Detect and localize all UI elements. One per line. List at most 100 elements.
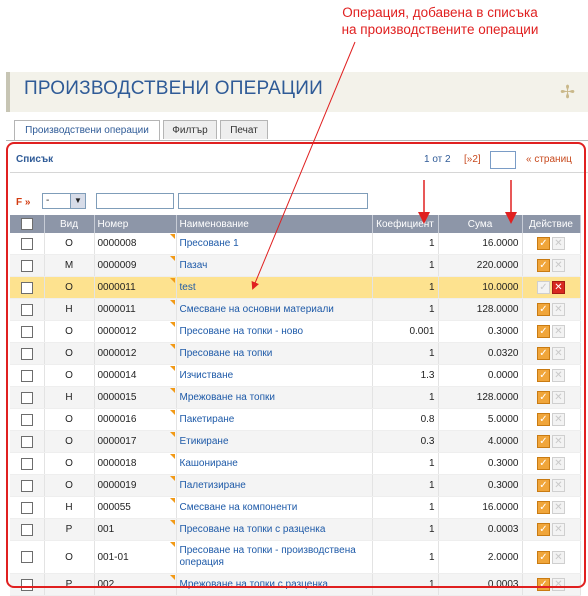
cell-actions: ✓ ✕: [522, 320, 581, 343]
col-number[interactable]: Номер: [94, 215, 177, 233]
edit-icon[interactable]: ✓: [537, 413, 550, 426]
row-checkbox[interactable]: [20, 501, 33, 514]
edit-icon[interactable]: ✓: [537, 391, 550, 404]
delete-icon[interactable]: ✕: [552, 413, 565, 426]
table-row[interactable]: О 0000018 Кашониране 1 0.3000 ✓ ✕: [10, 452, 581, 475]
edit-icon[interactable]: ✓: [537, 369, 550, 382]
edit-icon[interactable]: ✓: [537, 325, 550, 338]
row-checkbox[interactable]: [20, 347, 33, 360]
col-kind[interactable]: Вид: [44, 215, 95, 233]
table-row[interactable]: О 0000016 Пакетиране 0.8 5.0000 ✓ ✕: [10, 408, 581, 431]
col-name[interactable]: Наименование: [176, 215, 373, 233]
edit-icon[interactable]: ✓: [537, 281, 550, 294]
delete-icon[interactable]: ✕: [552, 281, 565, 294]
cell-name-link[interactable]: Пазач: [176, 254, 373, 277]
table-row[interactable]: О 0000014 Изчистване 1.3 0.0000 ✓ ✕: [10, 364, 581, 387]
row-checkbox[interactable]: [20, 435, 33, 448]
row-checkbox[interactable]: [20, 551, 33, 563]
filter-name-input[interactable]: [178, 193, 368, 209]
delete-icon[interactable]: ✕: [552, 237, 565, 250]
col-coefficient[interactable]: Коефициент: [372, 215, 439, 233]
delete-icon[interactable]: ✕: [552, 347, 565, 360]
table-row[interactable]: О 0000019 Палетизиране 1 0.3000 ✓ ✕: [10, 474, 581, 497]
delete-icon[interactable]: ✕: [552, 303, 565, 316]
table-row[interactable]: Р 001 Пресоване на топки с разценка 1 0.0003…: [10, 518, 581, 541]
row-checkbox[interactable]: [20, 523, 33, 536]
table-row[interactable]: О 0000017 Етикиране 0.3 4.0000 ✓ ✕: [10, 430, 581, 453]
tab-filter[interactable]: Филтър: [163, 120, 217, 139]
table-row[interactable]: О 0000008 Пресоване 1 1 16.0000 ✓ ✕: [10, 233, 581, 255]
edit-icon[interactable]: ✓: [537, 550, 550, 564]
table-row[interactable]: Н 0000015 Мрежоване на топки 1 128.0000 ✓ ✕: [10, 386, 581, 409]
table-row[interactable]: Н 0000011 Смесване на основни материали 1 12…: [10, 298, 581, 321]
cell-name-link[interactable]: Мрежоване на топки: [176, 386, 373, 409]
cell-name-link[interactable]: Пакетиране: [176, 408, 373, 431]
cell-number: 0000014: [94, 364, 177, 387]
cell-name-link[interactable]: Палетизиране: [176, 474, 373, 497]
row-checkbox[interactable]: [20, 281, 33, 294]
edit-icon[interactable]: ✓: [537, 259, 550, 272]
edit-icon[interactable]: ✓: [537, 479, 550, 492]
page-number-input[interactable]: [490, 151, 516, 169]
cell-name-link[interactable]: test: [176, 276, 373, 299]
row-checkbox[interactable]: [20, 413, 33, 426]
delete-icon[interactable]: ✕: [552, 457, 565, 470]
cell-name-link[interactable]: Кашониране: [176, 452, 373, 475]
cell-name-link[interactable]: Смесване на компоненти: [176, 496, 373, 519]
row-checkbox[interactable]: [20, 369, 33, 382]
row-checkbox[interactable]: [20, 457, 33, 470]
filter-kind-select[interactable]: - ▼: [42, 193, 86, 209]
edit-icon[interactable]: ✓: [537, 457, 550, 470]
delete-icon[interactable]: ✕: [552, 325, 565, 338]
filter-number-input[interactable]: [96, 193, 174, 209]
delete-icon[interactable]: ✕: [552, 523, 565, 536]
cell-name-link[interactable]: Смесване на основни материали: [176, 298, 373, 321]
edit-icon[interactable]: ✓: [537, 347, 550, 360]
delete-icon[interactable]: ✕: [552, 369, 565, 382]
edit-icon[interactable]: ✓: [537, 578, 550, 591]
edit-icon[interactable]: ✓: [537, 501, 550, 514]
delete-icon[interactable]: ✕: [552, 550, 565, 564]
row-checkbox[interactable]: [20, 237, 33, 250]
col-sum[interactable]: Сума: [438, 215, 523, 233]
cell-name-link[interactable]: Изчистване: [176, 364, 373, 387]
table-row[interactable]: О 001-01 Пресоване на топки - производстве…: [10, 540, 581, 574]
cell-name-link[interactable]: Пресоване на топки с разценка: [176, 518, 373, 541]
cell-name-link[interactable]: Пресоване на топки - производствена опер…: [176, 540, 373, 574]
pager-next-link[interactable]: [»2]: [464, 154, 481, 165]
cell-kind: О: [44, 342, 95, 365]
cell-name-link[interactable]: Пресоване на топки - ново: [176, 320, 373, 343]
cell-actions: ✓ ✕: [522, 408, 581, 431]
row-checkbox[interactable]: [20, 259, 33, 272]
table-row[interactable]: М 0000009 Пазач 1 220.0000 ✓ ✕: [10, 254, 581, 277]
edit-icon[interactable]: ✓: [537, 237, 550, 250]
cell-name-link[interactable]: Етикиране: [176, 430, 373, 453]
select-all-checkbox[interactable]: [20, 218, 33, 230]
chevron-down-icon[interactable]: ▼: [70, 194, 85, 208]
table-row[interactable]: Н 000055 Смесване на компоненти 1 16.0000 ✓ ✕: [10, 496, 581, 519]
table-row[interactable]: О 0000011 test 1 10.0000 ✓ ✕: [10, 276, 581, 299]
edit-icon[interactable]: ✓: [537, 435, 550, 448]
row-checkbox[interactable]: [20, 391, 33, 404]
delete-icon[interactable]: ✕: [552, 259, 565, 272]
cell-name-link[interactable]: Мрежоване на топки с разценка: [176, 573, 373, 596]
table-row[interactable]: О 0000012 Пресоване на топки - ново 0.001 0.…: [10, 320, 581, 343]
tab-production-operations[interactable]: Производствени операции: [14, 120, 160, 141]
cell-name-link[interactable]: Пресоване 1: [176, 233, 373, 255]
tab-print[interactable]: Печат: [220, 120, 268, 139]
table-row[interactable]: Р 002 Мрежоване на топки с разценка 1 0.0003…: [10, 573, 581, 596]
table-row[interactable]: О 0000012 Пресоване на топки 1 0.0320 ✓ ✕: [10, 342, 581, 365]
row-checkbox[interactable]: [20, 303, 33, 316]
row-checkbox[interactable]: [20, 479, 33, 492]
row-checkbox[interactable]: [20, 578, 33, 591]
delete-icon[interactable]: ✕: [552, 435, 565, 448]
delete-icon[interactable]: ✕: [552, 391, 565, 404]
cell-name-link[interactable]: Пресоване на топки: [176, 342, 373, 365]
edit-icon[interactable]: ✓: [537, 303, 550, 316]
delete-icon[interactable]: ✕: [552, 501, 565, 514]
row-checkbox[interactable]: [20, 325, 33, 338]
delete-icon[interactable]: ✕: [552, 578, 565, 591]
delete-icon[interactable]: ✕: [552, 479, 565, 492]
edit-icon[interactable]: ✓: [537, 523, 550, 536]
go-to-page-link[interactable]: « страниц: [526, 154, 572, 165]
